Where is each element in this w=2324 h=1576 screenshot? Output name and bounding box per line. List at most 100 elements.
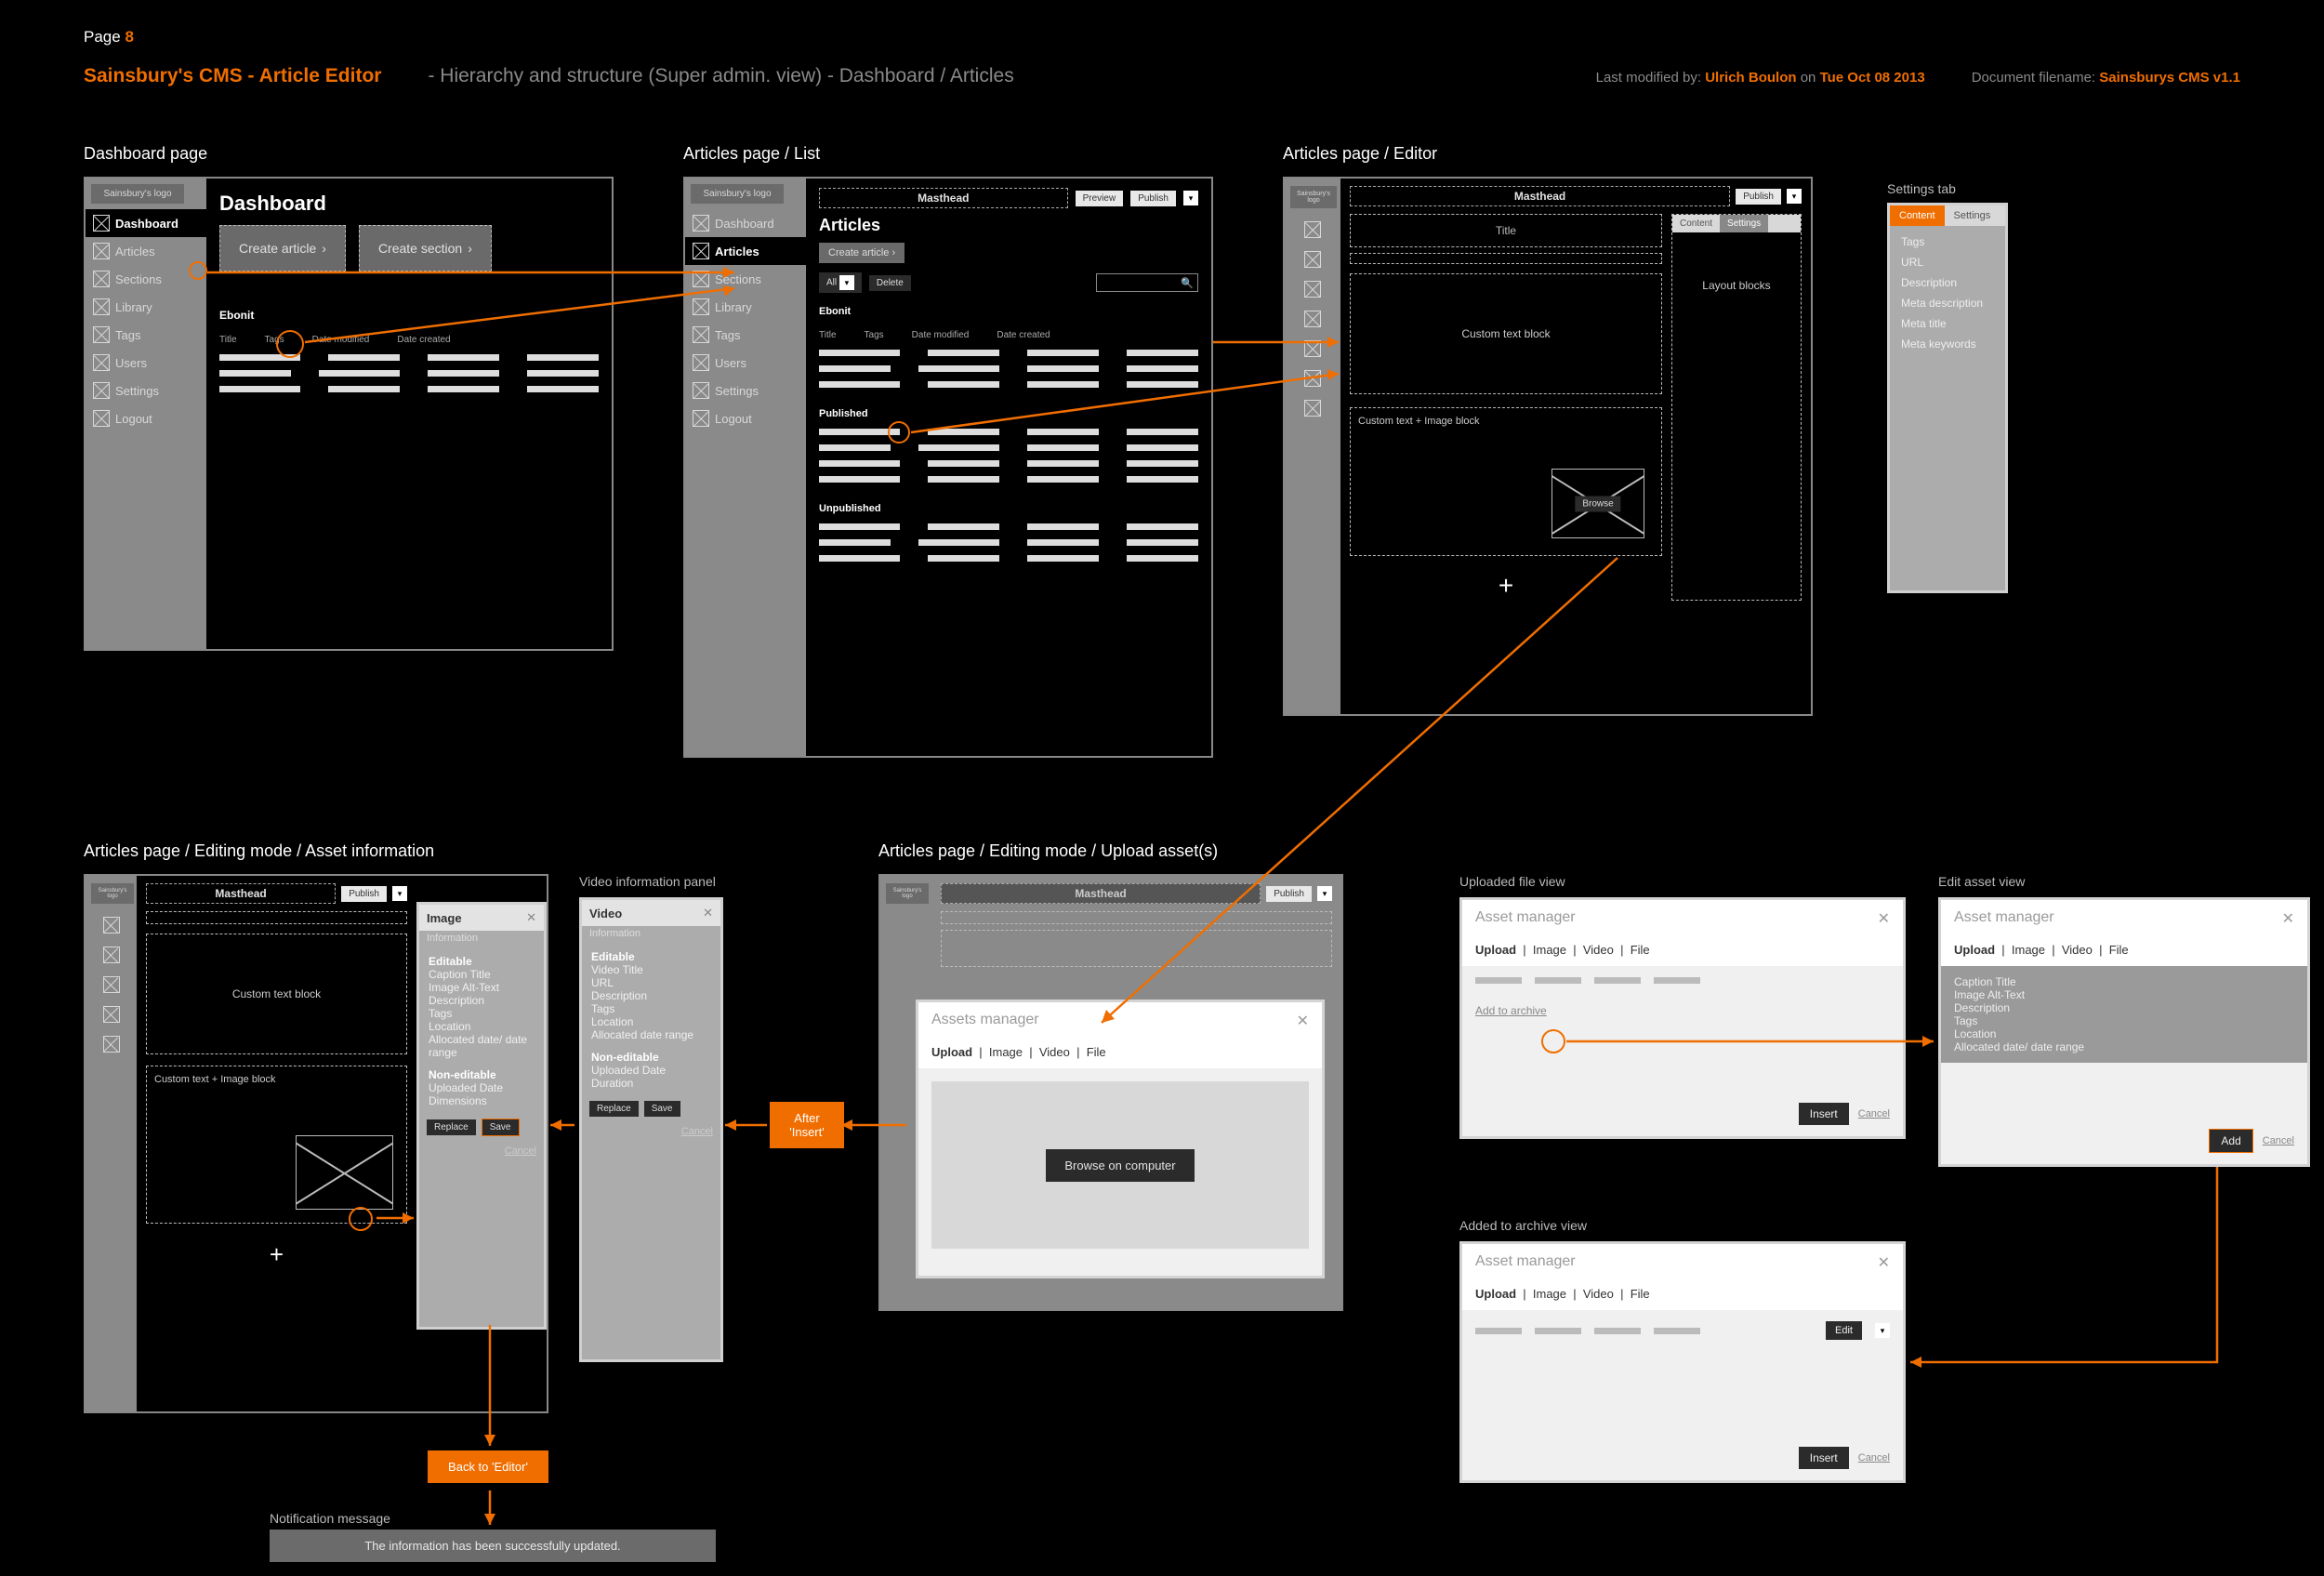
create-article-button[interactable]: Create article› xyxy=(219,225,346,271)
close-icon[interactable]: ✕ xyxy=(703,906,713,920)
table-row[interactable] xyxy=(819,365,1198,372)
sidebar-item-settings[interactable]: Settings xyxy=(86,377,206,404)
sidebar-item-library[interactable]: Library xyxy=(685,293,806,321)
tab-upload[interactable]: Upload xyxy=(1475,1287,1516,1301)
x-icon[interactable] xyxy=(1304,221,1321,238)
cancel-link[interactable]: Cancel xyxy=(505,1146,536,1157)
add-button[interactable]: Add xyxy=(2209,1129,2252,1153)
close-icon[interactable]: ✕ xyxy=(1297,1012,1309,1030)
add-block-button[interactable]: + xyxy=(146,1240,407,1269)
sidebar-item-dashboard[interactable]: Dashboard xyxy=(685,209,806,237)
tab-video[interactable]: Video xyxy=(1039,1045,1070,1059)
tab-image[interactable]: Image xyxy=(1533,1287,1566,1301)
browse-button[interactable]: Browse xyxy=(1575,496,1620,511)
cancel-link[interactable]: Cancel xyxy=(1858,1452,1890,1463)
table-row[interactable] xyxy=(219,354,599,361)
create-article-button[interactable]: Create article › xyxy=(819,243,905,263)
sidebar-item-sections[interactable]: Sections xyxy=(685,265,806,293)
create-section-button[interactable]: Create section› xyxy=(359,225,492,271)
x-icon[interactable] xyxy=(103,1036,120,1053)
x-icon[interactable] xyxy=(103,947,120,963)
tab-video[interactable]: Video xyxy=(1583,943,1614,957)
tab-file[interactable]: File xyxy=(1631,1287,1650,1301)
chevron-down-icon[interactable]: ▾ xyxy=(1317,886,1332,901)
edit-button[interactable]: Edit xyxy=(1826,1321,1862,1340)
table-row[interactable] xyxy=(819,539,1198,546)
table-row[interactable] xyxy=(819,381,1198,388)
x-icon[interactable] xyxy=(103,976,120,993)
cancel-link[interactable]: Cancel xyxy=(2263,1135,2294,1146)
save-button[interactable]: Save xyxy=(644,1101,680,1117)
all-dropdown[interactable]: All ▾ xyxy=(819,272,862,293)
chevron-down-icon[interactable]: ▾ xyxy=(392,886,407,901)
sidebar-item-logout[interactable]: Logout xyxy=(685,404,806,432)
table-row[interactable] xyxy=(819,523,1198,530)
search-input[interactable]: 🔍 xyxy=(1096,273,1198,292)
tab-settings[interactable]: Settings xyxy=(1945,205,2000,226)
close-icon[interactable]: ✕ xyxy=(526,910,536,925)
chevron-down-icon[interactable]: ▾ xyxy=(1787,189,1802,204)
title-field[interactable]: Title xyxy=(1350,214,1662,247)
image-placeholder[interactable] xyxy=(296,1135,393,1210)
x-icon[interactable] xyxy=(1304,311,1321,327)
publish-button[interactable]: Publish xyxy=(1736,189,1781,205)
sidebar-item-tags[interactable]: Tags xyxy=(685,321,806,349)
sidebar-item-articles[interactable]: Articles xyxy=(86,237,206,265)
delete-button[interactable]: Delete xyxy=(869,275,911,291)
custom-text-block[interactable]: Custom text block xyxy=(146,934,407,1054)
sidebar-item-settings[interactable]: Settings xyxy=(685,377,806,404)
insert-button[interactable]: Insert xyxy=(1799,1103,1849,1125)
table-row[interactable] xyxy=(219,386,599,392)
table-row[interactable] xyxy=(819,350,1198,356)
close-icon[interactable]: ✕ xyxy=(1878,1253,1890,1272)
chevron-down-icon[interactable]: ▾ xyxy=(1183,191,1198,205)
preview-button[interactable]: Preview xyxy=(1076,191,1124,206)
tab-content[interactable]: Content xyxy=(1890,205,1945,226)
table-row[interactable] xyxy=(819,444,1198,451)
table-row[interactable] xyxy=(819,555,1198,562)
tab-file[interactable]: File xyxy=(1087,1045,1106,1059)
x-icon[interactable] xyxy=(1304,400,1321,417)
tab-image[interactable]: Image xyxy=(989,1045,1023,1059)
image-placeholder[interactable]: Browse xyxy=(1552,469,1644,538)
x-icon[interactable] xyxy=(1304,370,1321,387)
publish-button[interactable]: Publish xyxy=(341,886,387,902)
replace-button[interactable]: Replace xyxy=(427,1119,476,1135)
x-icon[interactable] xyxy=(103,1006,120,1023)
publish-button[interactable]: Publish xyxy=(1266,886,1312,902)
add-block-button[interactable]: + xyxy=(1350,571,1662,601)
tab-content[interactable]: Content xyxy=(1672,215,1720,232)
replace-button[interactable]: Replace xyxy=(589,1101,639,1117)
table-row[interactable] xyxy=(819,476,1198,483)
tab-video[interactable]: Video xyxy=(2062,943,2093,957)
chevron-down-icon[interactable]: ▾ xyxy=(1875,1323,1890,1338)
custom-text-block[interactable]: Custom text block xyxy=(1350,273,1662,394)
cancel-link[interactable]: Cancel xyxy=(681,1126,713,1137)
browse-computer-button[interactable]: Browse on computer xyxy=(1046,1149,1194,1182)
publish-button[interactable]: Publish xyxy=(1130,191,1176,206)
x-icon[interactable] xyxy=(103,917,120,934)
close-icon[interactable]: ✕ xyxy=(1878,909,1890,928)
tab-image[interactable]: Image xyxy=(2012,943,2045,957)
tab-upload[interactable]: Upload xyxy=(1475,943,1516,957)
sidebar-item-library[interactable]: Library xyxy=(86,293,206,321)
x-icon[interactable] xyxy=(1304,251,1321,268)
tab-file[interactable]: File xyxy=(2109,943,2129,957)
sidebar-item-users[interactable]: Users xyxy=(685,349,806,377)
tab-upload[interactable]: Upload xyxy=(931,1045,972,1059)
x-icon[interactable] xyxy=(1304,281,1321,298)
custom-text-image-block[interactable]: Custom text + Image block xyxy=(146,1066,407,1224)
tab-settings[interactable]: Settings xyxy=(1720,215,1768,232)
sidebar-item-logout[interactable]: Logout xyxy=(86,404,206,432)
tab-file[interactable]: File xyxy=(1631,943,1650,957)
sidebar-item-articles[interactable]: Articles xyxy=(685,237,806,265)
tab-image[interactable]: Image xyxy=(1533,943,1566,957)
table-row[interactable] xyxy=(219,370,599,377)
table-row[interactable] xyxy=(819,429,1198,435)
sidebar-item-users[interactable]: Users xyxy=(86,349,206,377)
cancel-link[interactable]: Cancel xyxy=(1858,1108,1890,1119)
insert-button[interactable]: Insert xyxy=(1799,1447,1849,1469)
custom-text-image-block[interactable]: Custom text + Image block Browse xyxy=(1350,407,1662,556)
table-row[interactable] xyxy=(819,460,1198,467)
x-icon[interactable] xyxy=(1304,340,1321,357)
